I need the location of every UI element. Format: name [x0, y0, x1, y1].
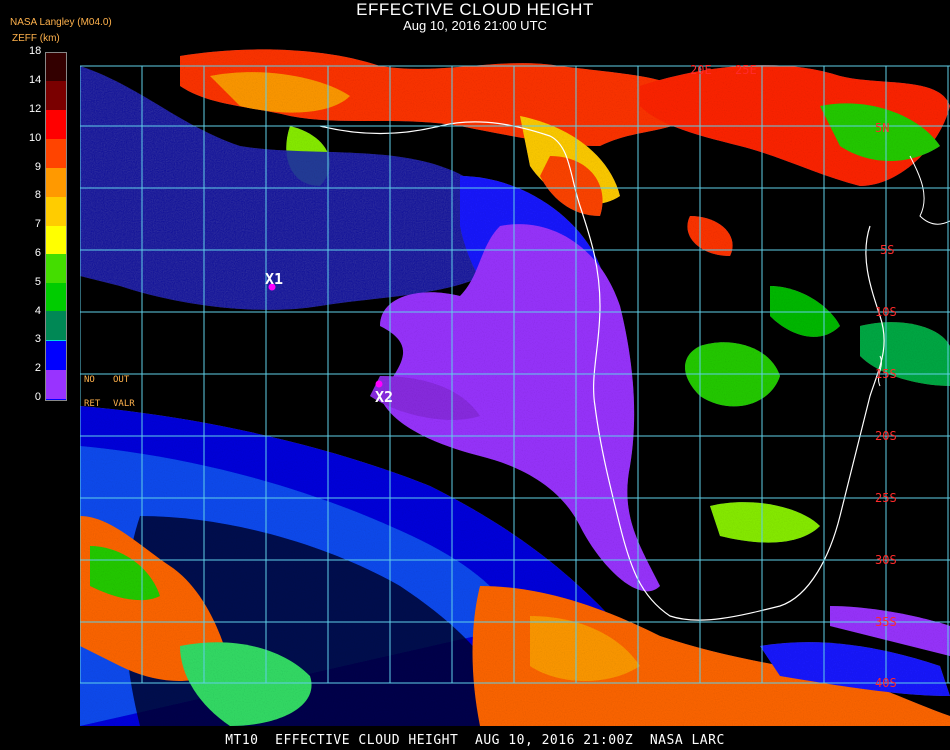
scale-segment-14	[46, 81, 66, 110]
cloud-field	[80, 49, 950, 726]
source-label: NASA Langley (M04.0)	[10, 17, 112, 28]
scale-tick: 2	[34, 362, 41, 374]
map-title: EFFECTIVE CLOUD HEIGHT	[356, 0, 594, 19]
scale-tick: 3	[34, 333, 41, 345]
scale-tick: 0	[34, 391, 41, 403]
scale-tick: 18	[29, 45, 42, 57]
scale-segment-18	[46, 53, 66, 81]
scale-segment-7	[46, 226, 66, 254]
lat-label: 20S	[875, 429, 897, 443]
lat-label: 15S	[875, 367, 897, 381]
scale-segment-0	[46, 370, 66, 399]
scale-tick: 12	[29, 103, 42, 115]
lat-label: 10S	[875, 305, 897, 319]
scale-segment-4	[46, 311, 66, 340]
scale-tick: 8	[34, 189, 41, 201]
footer-caption: MT10 EFFECTIVE CLOUD HEIGHT AUG 10, 2016…	[225, 733, 725, 748]
lat-label: 35S	[875, 615, 897, 629]
marker-x2-dot	[375, 380, 383, 388]
scale-tick: 4	[34, 305, 41, 317]
scale-segment-6	[46, 254, 66, 283]
scale-segment-12	[46, 110, 66, 139]
scale-segment-1b	[46, 341, 66, 370]
scale-tick: 9	[34, 161, 41, 173]
map-subtitle: Aug 10, 2016 21:00 UTC	[403, 18, 547, 33]
scale-segment-9	[46, 168, 66, 197]
lon-label: 20E	[690, 63, 712, 77]
scale-tick: 5	[34, 276, 41, 288]
scale-segment-5	[46, 283, 66, 311]
marker-x1-label: X1	[265, 270, 283, 288]
marker-x2-label: X2	[375, 388, 393, 406]
scale-segment-8	[46, 197, 66, 226]
scale-tick: 14	[29, 74, 42, 86]
scale-segment-10	[46, 139, 66, 168]
scale-tick: 6	[34, 247, 41, 259]
lon-label: 25E	[735, 63, 757, 77]
lat-label: 25S	[875, 491, 897, 505]
lat-label: 40S	[875, 676, 897, 690]
lat-label: 5S	[880, 243, 894, 257]
scale-tick: 7	[34, 218, 41, 230]
scale-tick: 10	[29, 132, 42, 144]
cloud-height-map: 25E 20E 5N 5S 10S 15S 20S 25S 30S 35S 40…	[80, 49, 950, 726]
lat-label: 5N	[875, 121, 889, 135]
unit-label: ZEFF (km)	[12, 33, 60, 44]
lat-label: 30S	[875, 553, 897, 567]
